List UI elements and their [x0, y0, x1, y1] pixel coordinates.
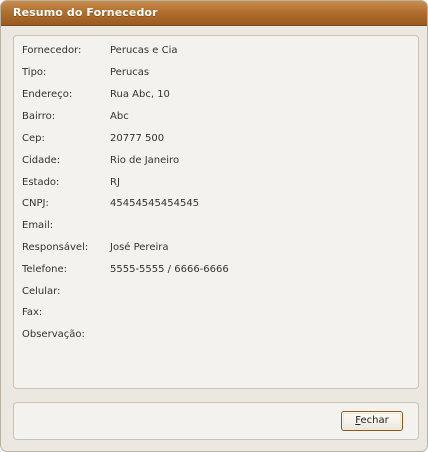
field-value: José Pereira: [110, 242, 169, 253]
field-label: Telefone:: [22, 264, 67, 275]
title-bar[interactable]: Resumo do Fornecedor: [1, 1, 427, 26]
field-label: Cep:: [22, 133, 45, 144]
close-button[interactable]: Fechar: [341, 411, 403, 431]
button-panel: Fechar: [13, 402, 419, 440]
field-label: Bairro:: [22, 111, 56, 122]
field-label: Fax:: [22, 307, 43, 318]
field-value: Rua Abc, 10: [110, 89, 170, 100]
field-value: Perucas e Cia: [110, 45, 178, 56]
supplier-details-panel: Fornecedor: Perucas e Cia Tipo: Perucas …: [13, 35, 419, 389]
dialog-title: Resumo do Fornecedor: [13, 6, 158, 19]
close-button-label: echar: [360, 415, 389, 426]
field-label: Cidade:: [22, 155, 61, 166]
field-value: Abc: [110, 111, 129, 122]
field-label: Responsável:: [22, 242, 89, 253]
field-label: Estado:: [22, 177, 60, 188]
field-value: 45454545454545: [110, 198, 200, 209]
field-label: Tipo:: [22, 67, 47, 78]
field-value: Perucas: [110, 67, 150, 78]
field-label: Fornecedor:: [22, 45, 82, 56]
field-value: Rio de Janeiro: [110, 155, 180, 166]
field-label: Email:: [22, 220, 54, 231]
field-label: Celular:: [22, 286, 61, 297]
field-value: 20777 500: [110, 133, 165, 144]
field-value: RJ: [110, 177, 120, 188]
field-label: CNPJ:: [22, 198, 49, 209]
field-label: Endereço:: [22, 89, 73, 100]
supplier-summary-dialog: Resumo do Fornecedor Fornecedor: Perucas…: [0, 0, 428, 452]
field-value: 5555-5555 / 6666-6666: [110, 264, 229, 275]
field-label: Observação:: [22, 329, 85, 340]
